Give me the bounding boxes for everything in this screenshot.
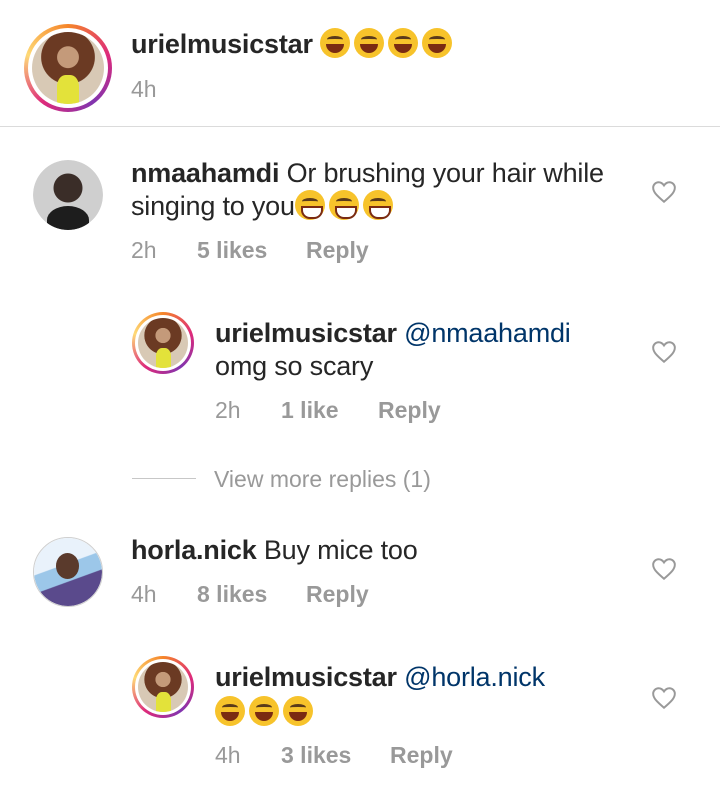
avatar[interactable] [33,537,103,607]
heart-outline-icon[interactable] [651,180,677,204]
reply-body: omg so scary [215,351,374,381]
reply-username[interactable]: urielmusicstar [215,318,397,348]
comment-likes[interactable]: 8 likes [197,580,267,608]
avatar[interactable] [24,24,112,112]
avatar[interactable] [132,656,194,718]
heart-outline-icon[interactable] [651,557,677,581]
comment-username[interactable]: nmaahamdi [131,158,279,188]
comment-text: horla.nick Buy mice too [131,534,418,567]
reply-username[interactable]: urielmusicstar [215,662,397,692]
comment-text-line2: singing to you [131,190,397,223]
comment-username[interactable]: horla.nick [131,535,257,565]
caption-time: 4h [131,76,157,102]
rolling-laughing-icon [249,696,279,726]
reply-text: urielmusicstar @nmaahamdi [215,317,571,350]
reply-emojis [215,696,317,729]
reply-button[interactable]: Reply [378,396,441,424]
reply-time: 2h [215,397,241,423]
comment-likes[interactable]: 5 likes [197,236,267,264]
comment-time: 2h [131,237,157,263]
caption-emojis [320,28,456,59]
grinning-face-icon [294,190,325,220]
rolling-laughing-icon [283,696,313,726]
comment-body: Buy mice too [263,535,418,565]
mention-link[interactable]: @nmaahamdi [404,318,571,348]
laughing-face-icon [422,28,453,58]
reply-likes[interactable]: 3 likes [281,741,351,769]
laughing-face-icon [388,28,419,58]
heart-outline-icon[interactable] [651,686,677,710]
grinning-face-icon [362,190,393,220]
view-more-line [132,478,196,479]
comment-body: singing to you [131,191,295,221]
reply-likes[interactable]: 1 like [281,396,339,424]
divider [0,126,720,127]
caption-text: urielmusicstar [131,28,456,61]
comment-body: Or brushing your hair while [286,158,604,188]
reply-button[interactable]: Reply [306,580,369,608]
laughing-face-icon [320,28,351,58]
reply-button[interactable]: Reply [390,741,453,769]
comment-time: 4h [131,581,157,607]
laughing-face-icon [354,28,385,58]
grinning-face-icon [328,190,359,220]
reply-time: 4h [215,742,241,768]
comment-text: nmaahamdi Or brushing your hair while [131,157,631,190]
reply-text: urielmusicstar @horla.nick [215,661,545,694]
caption-username[interactable]: urielmusicstar [131,29,313,59]
avatar[interactable] [33,160,103,230]
view-more-replies[interactable]: View more replies (1) [214,465,431,493]
heart-outline-icon[interactable] [651,340,677,364]
reply-button[interactable]: Reply [306,236,369,264]
rolling-laughing-icon [215,696,245,726]
avatar[interactable] [132,312,194,374]
mention-link[interactable]: @horla.nick [404,662,545,692]
